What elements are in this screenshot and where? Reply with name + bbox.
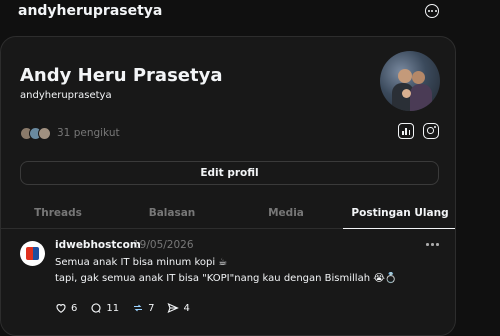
top-username: andyheruprasetya [18,3,163,19]
followers-link[interactable]: 31 pengikut [20,126,120,140]
reply-count: 11 [106,302,120,314]
tab-threads[interactable]: Threads [1,197,115,228]
like-button[interactable]: 6 [55,302,77,314]
profile-card: Andy Heru Prasetya andyheruprasetya 31 p… [0,36,456,336]
tab-reposts[interactable]: Postingan Ulang [343,197,455,229]
edit-profile-button[interactable]: Edit profil [20,161,439,185]
follower-count: 31 pengikut [57,127,120,139]
more-circle-icon[interactable] [425,4,439,18]
share-count: 4 [183,302,190,314]
profile-tabs: Threads Balasan Media Postingan Ulang [1,197,455,229]
instagram-icon[interactable] [423,123,439,139]
profile-avatar[interactable] [380,51,440,111]
post-item[interactable]: idwebhostcom 19/05/2026 Semua anak IT bi… [1,229,455,335]
insights-icon[interactable] [398,123,414,139]
post-actions: 6 11 7 4 [55,301,203,315]
share-icon [168,302,180,314]
like-count: 6 [71,302,78,314]
repost-button[interactable]: 7 [132,302,154,314]
tab-replies[interactable]: Balasan [115,197,229,228]
post-avatar[interactable] [20,241,45,266]
follower-avatar [38,126,51,140]
heart-icon [56,304,66,313]
repost-count: 7 [148,302,155,314]
post-text-line: Semua anak IT bisa minum kopi ☕ [55,257,228,268]
post-date: 19/05/2026 [133,239,194,251]
top-bar: andyheruprasetya [0,0,500,28]
post-text-line: tapi, gak semua anak IT bisa "KOPI"nang … [55,273,398,284]
reply-button[interactable]: 11 [90,302,119,314]
tab-media[interactable]: Media [229,197,343,228]
profile-name: Andy Heru Prasetya [20,65,223,86]
comment-icon [91,303,101,313]
more-icon[interactable] [426,243,439,246]
share-button[interactable]: 4 [167,302,190,314]
repost-icon [134,304,143,312]
post-username[interactable]: idwebhostcom [55,239,141,251]
profile-handle: andyheruprasetya [20,90,112,101]
